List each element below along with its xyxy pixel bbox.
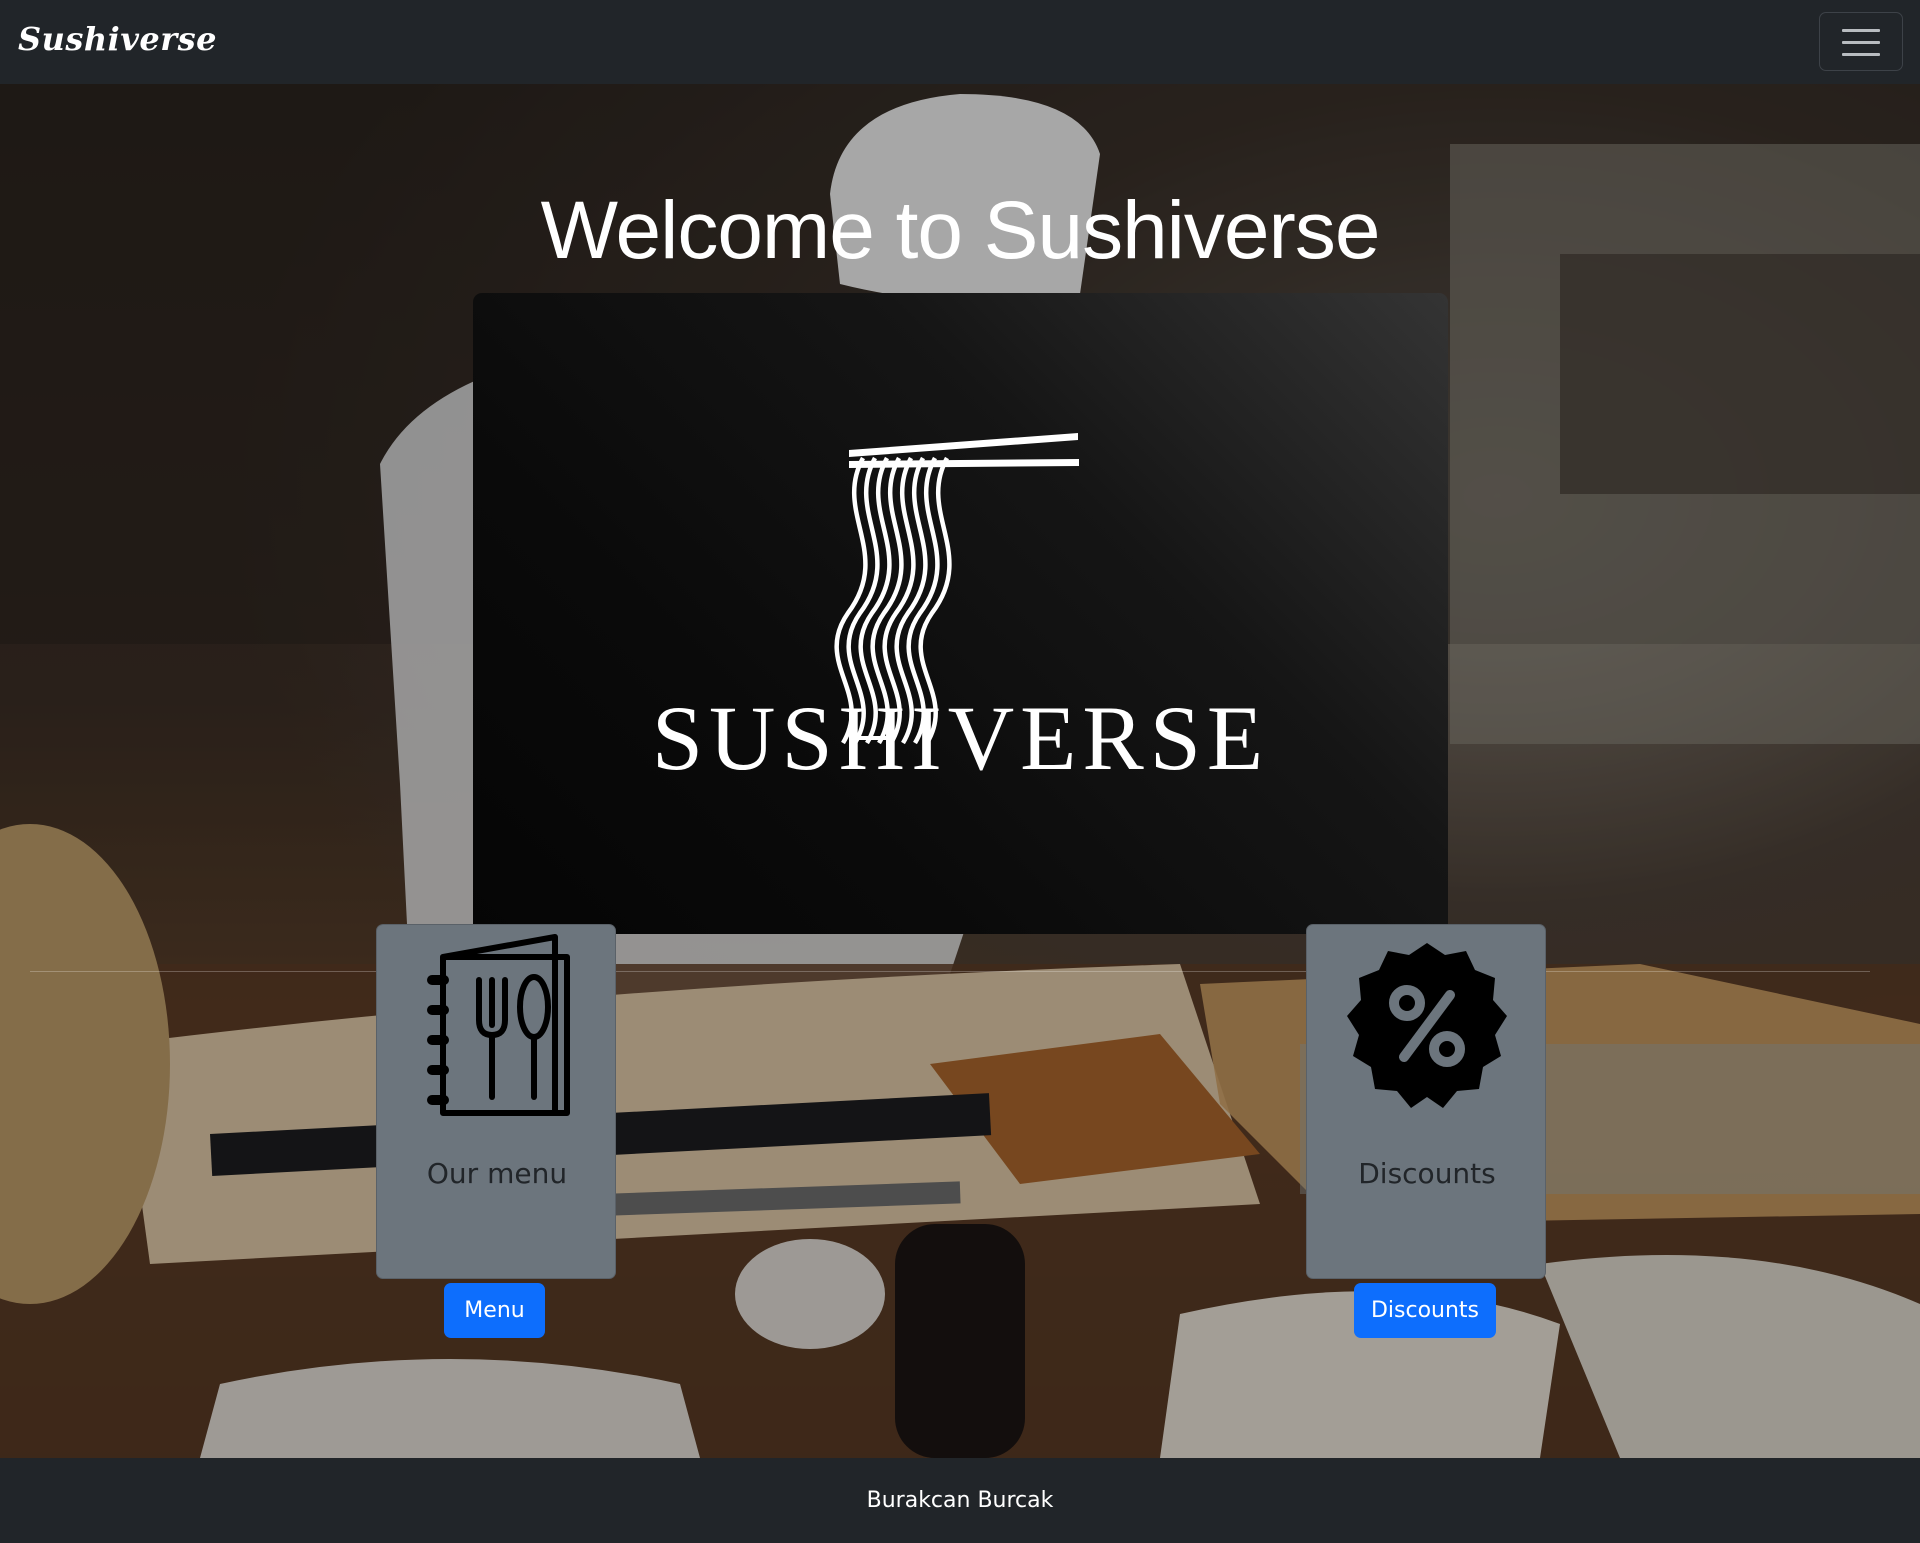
menu-card: Our menu (376, 924, 616, 1279)
menu-button[interactable]: Menu (444, 1283, 545, 1338)
brand-link[interactable]: Sushiverse (18, 20, 217, 58)
card-title-menu: Our menu (426, 1157, 568, 1190)
discounts-card: Discounts (1306, 924, 1546, 1279)
footer: Burakcan Burcak (0, 1458, 1920, 1543)
menu-book-cutlery-icon (427, 934, 570, 1116)
section-divider (30, 971, 1870, 972)
navbar-toggler-button[interactable] (1819, 12, 1903, 71)
discount-badge-icon (1347, 943, 1507, 1108)
logo-image: SUSHIVERSE (473, 293, 1448, 934)
noodles-chopsticks-icon (834, 433, 1079, 745)
card-title-discounts: Discounts (1358, 1157, 1496, 1190)
footer-author: Burakcan Burcak (866, 1488, 1054, 1513)
hero-section: Welcome to Sushiverse SUSHIVERSE (0, 84, 1920, 1458)
navbar: Sushiverse (0, 0, 1920, 84)
page-title: Welcome to Sushiverse (540, 185, 1381, 276)
discounts-button[interactable]: Discounts (1354, 1283, 1496, 1338)
logo-wordmark: SUSHIVERSE (651, 687, 1270, 789)
